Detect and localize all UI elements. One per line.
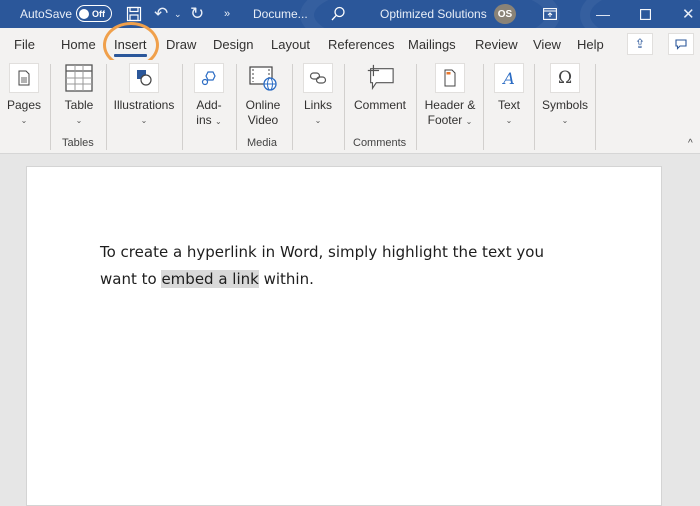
ribbon-insert: Pages ⌄ Table ⌄ Tables Illustrations ⌄ A…: [0, 60, 700, 154]
link-icon: [303, 63, 333, 93]
comments-button[interactable]: [668, 33, 694, 55]
document-title: Docume...: [253, 7, 308, 21]
group-divider: [182, 64, 183, 150]
tab-layout[interactable]: Layout: [271, 37, 310, 52]
account-name[interactable]: Optimized Solutions: [380, 0, 487, 28]
new-comment-icon: [365, 63, 395, 93]
minimize-icon[interactable]: —: [596, 0, 610, 28]
online-video-icon: [248, 63, 278, 93]
group-label-media: Media: [247, 137, 277, 149]
search-icon[interactable]: [330, 0, 346, 28]
chevron-down-icon: ⌄: [505, 116, 513, 125]
share-icon: ⇪: [634, 36, 646, 51]
text-after-selection: within.: [258, 270, 314, 288]
add-ins-button[interactable]: Add- ins ⌄: [190, 60, 228, 129]
selected-text[interactable]: embed a link: [161, 270, 259, 288]
group-label-tables: Tables: [62, 137, 94, 149]
chevron-down-icon: ⌄: [214, 117, 222, 126]
comment-bubble-icon: [675, 38, 687, 50]
header-footer-icon: [435, 63, 465, 93]
comment-label: Comment: [353, 98, 406, 112]
add-ins-label-2: ins ⌄: [196, 113, 221, 129]
group-divider: [292, 64, 293, 150]
illustrations-icon: [129, 63, 159, 93]
group-divider: [534, 64, 535, 150]
header-footer-label-2: Footer ⌄: [428, 113, 473, 129]
chevron-down-icon: ⌄: [140, 116, 148, 125]
links-button[interactable]: Links ⌄: [300, 60, 336, 128]
chevron-down-icon: ⌄: [75, 116, 83, 125]
header-footer-button[interactable]: Header & Footer ⌄: [422, 60, 478, 129]
group-divider: [595, 64, 596, 150]
new-comment-button[interactable]: Comment: [350, 60, 410, 113]
collapse-ribbon-icon[interactable]: ^: [688, 138, 693, 149]
close-icon[interactable]: ✕: [682, 0, 695, 28]
symbols-label: Symbols: [541, 98, 588, 112]
tab-references[interactable]: References: [328, 37, 394, 52]
tab-file[interactable]: File: [14, 37, 35, 52]
table-icon: [64, 63, 94, 93]
undo-dropdown-icon[interactable]: ⌄: [174, 0, 182, 28]
online-video-label-2: Video: [247, 113, 279, 127]
group-label-comments: Comments: [353, 137, 407, 149]
symbols-button[interactable]: Ω Symbols ⌄: [541, 60, 589, 128]
group-divider: [236, 64, 237, 150]
tab-view[interactable]: View: [533, 37, 561, 52]
table-button[interactable]: Table ⌄: [60, 60, 98, 128]
avatar[interactable]: OS: [494, 4, 516, 24]
autosave-state: Off: [92, 8, 105, 19]
autosave-label: AutoSave: [20, 7, 73, 21]
omega-symbol-icon: Ω: [550, 63, 580, 93]
maximize-icon[interactable]: [640, 0, 651, 28]
redo-icon[interactable]: ↻: [190, 0, 204, 28]
add-ins-icon: [194, 63, 224, 93]
tab-review[interactable]: Review: [475, 37, 518, 52]
tab-mailings[interactable]: Mailings: [408, 37, 456, 52]
toggle-knob: [79, 8, 89, 19]
text-label: Text: [497, 98, 520, 112]
illustrations-label: Illustrations: [113, 98, 175, 112]
tab-home[interactable]: Home: [61, 37, 96, 52]
table-label: Table: [64, 98, 94, 112]
illustrations-button[interactable]: Illustrations ⌄: [112, 60, 176, 128]
pages-button[interactable]: Pages ⌄: [6, 60, 42, 128]
title-bar: AutoSave Off ↶ ⌄ ↻ » Docume... Optimized…: [0, 0, 700, 28]
links-label: Links: [303, 98, 332, 112]
chevron-down-icon: ⌄: [314, 116, 322, 125]
online-video-button[interactable]: Online Video: [243, 60, 283, 128]
autosave-toggle[interactable]: Off: [76, 5, 112, 22]
tab-help[interactable]: Help: [577, 37, 604, 52]
group-divider: [344, 64, 345, 150]
document-body[interactable]: To create a hyperlink in Word, simply hi…: [100, 239, 580, 293]
header-footer-label-text: Footer: [427, 113, 463, 127]
text-box-icon: A: [494, 63, 524, 93]
pages-label: Pages: [6, 98, 42, 112]
group-divider: [106, 64, 107, 150]
text-button[interactable]: A Text ⌄: [492, 60, 526, 128]
document-line-2: want to embed a link within.: [100, 266, 580, 293]
add-ins-label-1: Add-: [196, 98, 222, 112]
document-line-1: To create a hyperlink in Word, simply hi…: [100, 243, 544, 261]
text-before-selection: want to: [100, 270, 162, 288]
group-divider: [416, 64, 417, 150]
chevron-down-icon: ⌄: [20, 116, 28, 125]
undo-icon[interactable]: ↶: [154, 0, 168, 28]
tab-design[interactable]: Design: [213, 37, 253, 52]
group-divider: [50, 64, 51, 150]
chevron-down-icon: ⌄: [465, 117, 473, 126]
more-commands-icon[interactable]: »: [224, 0, 230, 28]
add-ins-label-text: ins: [196, 113, 212, 127]
chevron-down-icon: ⌄: [561, 116, 569, 125]
document-page[interactable]: [26, 166, 662, 506]
pages-icon: [9, 63, 39, 93]
group-divider: [483, 64, 484, 150]
tab-draw[interactable]: Draw: [166, 37, 196, 52]
header-footer-label-1: Header &: [424, 98, 476, 112]
share-button[interactable]: ⇪: [627, 33, 653, 55]
online-video-label-1: Online: [245, 98, 281, 112]
ribbon-display-options-icon[interactable]: [543, 0, 557, 28]
